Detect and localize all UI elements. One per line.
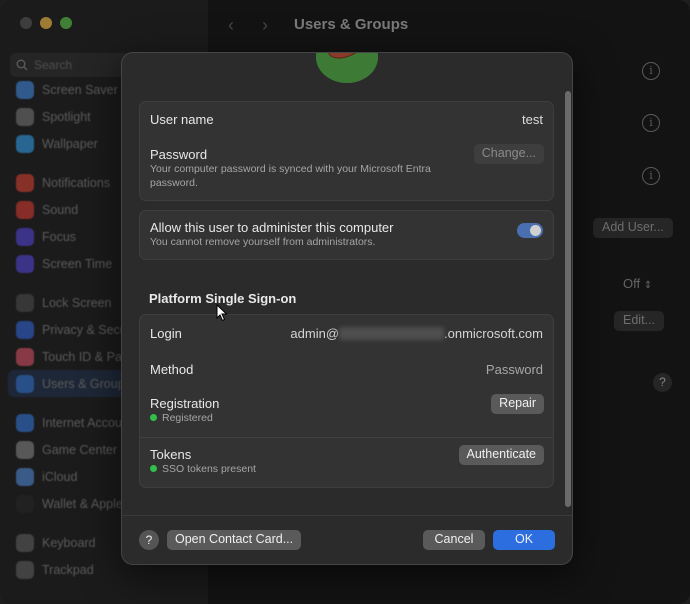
admin-toggle[interactable]	[517, 223, 543, 238]
tokens-status-text: SSO tokens present	[162, 463, 256, 475]
method-value: Password	[485, 362, 543, 377]
psso-group: Login admin@ .onmicrosoft.com Method Pass…	[139, 314, 554, 488]
user-avatar[interactable]	[316, 53, 378, 83]
login-row: Login admin@ .onmicrosoft.com	[140, 315, 553, 351]
authenticate-button[interactable]: Authenticate	[458, 445, 544, 465]
password-note: Your computer password is synced with yo…	[150, 163, 431, 189]
scrollbar[interactable]	[565, 91, 571, 507]
status-dot-icon	[150, 465, 157, 472]
football-icon	[316, 53, 378, 83]
change-password-button[interactable]: Change...	[473, 144, 544, 164]
ok-button[interactable]: OK	[493, 530, 555, 550]
admin-label: Allow this user to administer this compu…	[150, 220, 394, 235]
settings-window: Search Screen Saver Spotlight Wallpaper Not…	[0, 0, 690, 604]
user-details-sheet: User name test Password Your computer pa…	[121, 52, 573, 565]
method-label: Method	[150, 362, 194, 377]
admin-row: Allow this user to administer this compu…	[140, 211, 553, 259]
repair-button[interactable]: Repair	[491, 394, 544, 414]
registration-status: Registered	[150, 411, 543, 425]
sheet-footer: ? Open Contact Card... Cancel OK	[122, 515, 572, 564]
open-contact-card-button[interactable]: Open Contact Card...	[167, 530, 302, 550]
redacted-domain	[339, 327, 445, 340]
login-prefix: admin@	[290, 326, 340, 341]
admin-group: Allow this user to administer this compu…	[139, 210, 554, 260]
mouse-cursor-icon	[216, 304, 228, 322]
registration-label: Registration	[150, 396, 220, 411]
login-suffix: .onmicrosoft.com	[444, 326, 543, 341]
method-row: Method Password	[140, 351, 553, 387]
tokens-row: Tokens SSO tokens present Authenticate	[140, 437, 553, 487]
login-label: Login	[150, 326, 182, 341]
cancel-button[interactable]: Cancel	[423, 530, 485, 550]
password-row: Password Your computer password is synce…	[140, 138, 553, 200]
login-value: admin@ .onmicrosoft.com	[290, 326, 543, 341]
username-row: User name test	[140, 102, 553, 138]
registration-row: Registration Registered Repair	[140, 387, 553, 437]
admin-note: You cannot remove yourself from administ…	[150, 236, 376, 248]
help-button[interactable]: ?	[139, 530, 159, 550]
username-label: User name	[150, 112, 214, 127]
username-value: test	[522, 112, 543, 127]
registration-status-text: Registered	[162, 412, 213, 424]
account-group: User name test Password Your computer pa…	[139, 101, 554, 201]
status-dot-icon	[150, 414, 157, 421]
